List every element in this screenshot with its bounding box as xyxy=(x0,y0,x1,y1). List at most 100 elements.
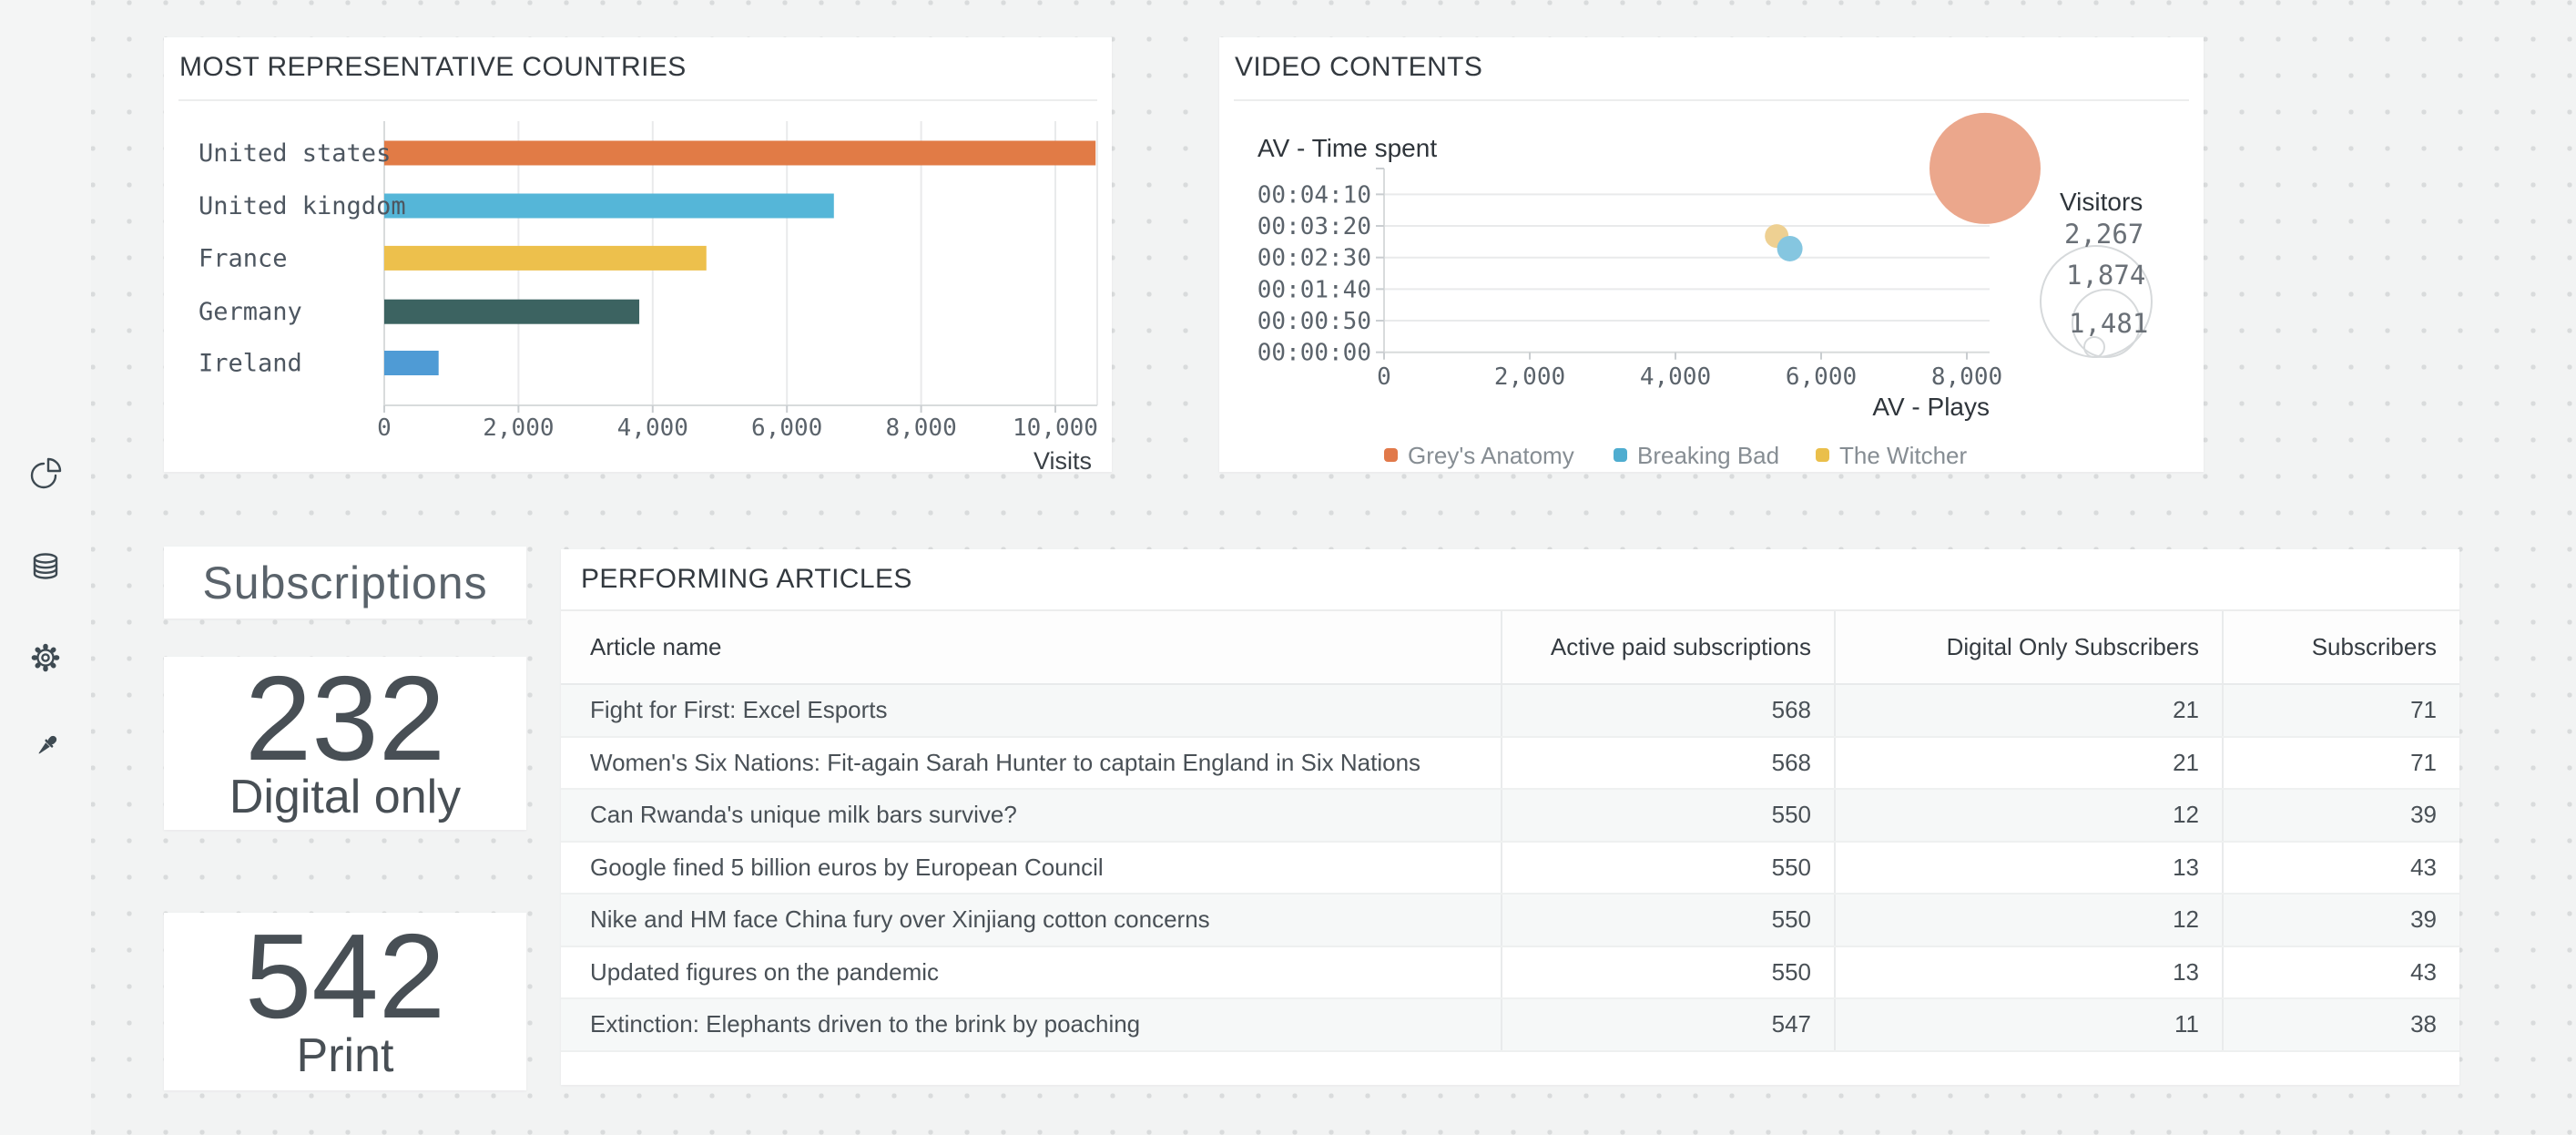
table-row[interactable]: Fight for First: Excel Esports5682171 xyxy=(561,685,2459,738)
size-legend-value: 1,874 xyxy=(2066,260,2145,291)
category-label: United kingdom xyxy=(199,192,406,220)
x-axis-label: Visits xyxy=(1033,447,1092,472)
svg-text:00:04:10: 00:04:10 xyxy=(1257,181,1371,209)
eyedropper-icon[interactable] xyxy=(28,730,63,764)
column-header[interactable]: Digital Only Subscribers xyxy=(1834,611,2222,683)
size-legend: Visitors2,2671,8741,481 xyxy=(2041,188,2152,357)
legend-item[interactable]: The Witcher xyxy=(1816,442,1967,469)
database-icon[interactable] xyxy=(28,549,63,584)
print-label: Print xyxy=(297,1032,394,1079)
article-name-cell: Nike and HM face China fury over Xinjian… xyxy=(561,895,1501,946)
articles-panel: PERFORMING ARTICLES Article nameActive p… xyxy=(561,549,2459,1085)
value-cell: 39 xyxy=(2222,790,2459,841)
legend-swatch xyxy=(1816,448,1829,462)
y-axis: 00:00:0000:00:5000:01:4000:02:3000:03:20… xyxy=(1257,181,1384,366)
svg-text:4,000: 4,000 xyxy=(617,414,688,442)
article-name-cell: Can Rwanda's unique milk bars survive? xyxy=(561,790,1501,841)
gear-icon[interactable] xyxy=(28,640,63,675)
pie-chart-icon[interactable] xyxy=(28,456,63,491)
value-cell: 21 xyxy=(1834,685,2222,736)
bar-france[interactable] xyxy=(384,246,707,271)
countries-panel: MOST REPRESENTATIVE COUNTRIES United sta… xyxy=(164,37,1112,472)
svg-text:00:03:20: 00:03:20 xyxy=(1257,213,1371,240)
table-header-row: Article nameActive paid subscriptionsDig… xyxy=(561,609,2459,685)
sidebar xyxy=(0,0,91,1135)
value-cell: 13 xyxy=(1834,947,2222,998)
category-label: France xyxy=(199,244,288,272)
svg-text:4,000: 4,000 xyxy=(1640,363,1711,391)
value-cell: 13 xyxy=(1834,843,2222,894)
value-cell: 568 xyxy=(1501,685,1834,736)
category-label: Germany xyxy=(199,298,302,326)
value-cell: 43 xyxy=(2222,843,2459,894)
y-grid xyxy=(1384,194,1990,352)
size-legend-title: Visitors xyxy=(2060,188,2143,216)
legend-item[interactable]: Breaking Bad xyxy=(1614,442,1779,469)
article-name-cell: Updated figures on the pandemic xyxy=(561,947,1501,998)
category-labels: United statesUnited kingdomFranceGermany… xyxy=(199,139,406,378)
digital-only-value: 232 xyxy=(245,666,445,772)
x-axis-title: AV - Plays xyxy=(1872,393,1990,421)
legend-item[interactable]: Grey's Anatomy xyxy=(1384,442,1574,469)
subscriptions-title: Subscriptions xyxy=(202,557,487,609)
legend-label: Grey's Anatomy xyxy=(1408,442,1574,469)
value-cell: 12 xyxy=(1834,790,2222,841)
value-cell: 71 xyxy=(2222,685,2459,736)
value-cell: 43 xyxy=(2222,947,2459,998)
bar-ireland[interactable] xyxy=(384,351,439,375)
value-cell: 39 xyxy=(2222,895,2459,946)
svg-text:10,000: 10,000 xyxy=(1013,414,1098,442)
article-name-cell: Fight for First: Excel Esports xyxy=(561,685,1501,736)
x-axis: 0 2,000 4,000 6,000 8,000 xyxy=(1377,353,2002,391)
series-legend: Grey's Anatomy Breaking Bad The Witcher xyxy=(1384,442,1967,469)
table-row[interactable]: Updated figures on the pandemic5501343 xyxy=(561,947,2459,1000)
article-name-cell: Extinction: Elephants driven to the brin… xyxy=(561,999,1501,1050)
svg-text:0: 0 xyxy=(1377,363,1391,391)
value-cell: 550 xyxy=(1501,947,1834,998)
size-legend-value: 2,267 xyxy=(2064,219,2143,250)
bars xyxy=(384,141,1095,376)
svg-text:6,000: 6,000 xyxy=(1786,363,1857,391)
legend-label: Breaking Bad xyxy=(1637,442,1779,469)
svg-text:00:01:40: 00:01:40 xyxy=(1257,276,1371,303)
print-value: 542 xyxy=(245,924,445,1029)
value-cell: 550 xyxy=(1501,895,1834,946)
bubble-grey-s-anatomy[interactable] xyxy=(1929,113,2041,224)
bubbles xyxy=(1765,113,2041,261)
value-cell: 21 xyxy=(1834,738,2222,789)
bubble-breaking-bad[interactable] xyxy=(1777,236,1803,261)
bar-united-states[interactable] xyxy=(384,141,1095,166)
svg-text:0: 0 xyxy=(377,414,392,442)
article-name-cell: Women's Six Nations: Fit-again Sarah Hun… xyxy=(561,738,1501,789)
table-row[interactable]: Can Rwanda's unique milk bars survive?55… xyxy=(561,790,2459,843)
video-panel: VIDEO CONTENTS 00:00:0000:00:5000:01:400… xyxy=(1219,37,2204,472)
video-bubble-chart: 00:00:0000:00:5000:01:4000:02:3000:03:20… xyxy=(1219,37,2204,472)
article-name-cell: Google fined 5 billion euros by European… xyxy=(561,843,1501,894)
digital-only-kpi-card: 232 Digital only xyxy=(164,657,526,830)
svg-text:8,000: 8,000 xyxy=(1931,363,2002,391)
bar-united-kingdom[interactable] xyxy=(384,194,834,219)
articles-panel-title: PERFORMING ARTICLES xyxy=(581,564,912,595)
value-cell: 547 xyxy=(1501,999,1834,1050)
column-header[interactable]: Subscribers xyxy=(2222,611,2459,683)
bar-germany[interactable] xyxy=(384,300,639,324)
countries-bar-chart: United statesUnited kingdomFranceGermany… xyxy=(164,37,1112,472)
table-row[interactable]: Nike and HM face China fury over Xinjian… xyxy=(561,895,2459,947)
svg-text:2,000: 2,000 xyxy=(1494,363,1565,391)
table-row[interactable]: Google fined 5 billion euros by European… xyxy=(561,843,2459,895)
svg-text:00:00:00: 00:00:00 xyxy=(1257,340,1371,367)
table-row[interactable]: Extinction: Elephants driven to the brin… xyxy=(561,999,2459,1052)
value-cell: 12 xyxy=(1834,895,2222,946)
category-label: Ireland xyxy=(199,350,302,378)
x-axis: 02,0004,0006,0008,00010,000 xyxy=(377,405,1098,442)
legend-label: The Witcher xyxy=(1839,442,1967,469)
print-kpi-card: 542 Print xyxy=(164,913,526,1090)
table-row[interactable]: Women's Six Nations: Fit-again Sarah Hun… xyxy=(561,738,2459,791)
svg-text:8,000: 8,000 xyxy=(885,414,956,442)
subscriptions-card: Subscriptions xyxy=(164,547,526,619)
column-header[interactable]: Article name xyxy=(561,611,1501,683)
value-cell: 71 xyxy=(2222,738,2459,789)
column-header[interactable]: Active paid subscriptions xyxy=(1501,611,1834,683)
svg-text:2,000: 2,000 xyxy=(483,414,554,442)
value-cell: 550 xyxy=(1501,790,1834,841)
